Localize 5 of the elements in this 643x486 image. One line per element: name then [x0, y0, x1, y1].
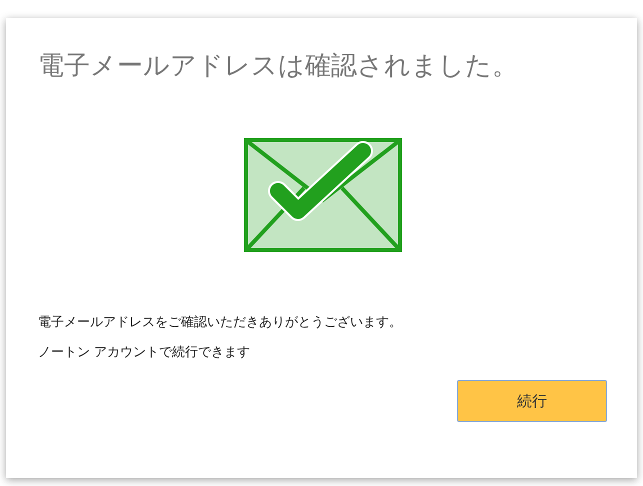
envelope-check-icon — [244, 138, 402, 252]
message-text: 電子メールアドレスをご確認いただきありがとうございます。 — [38, 314, 403, 332]
dialog-title: 電子メールアドレスは確認されました。 — [38, 50, 519, 83]
message-text: ノートン アカウントで続行できます — [38, 344, 252, 362]
continue-button[interactable]: 続行 — [457, 380, 607, 422]
